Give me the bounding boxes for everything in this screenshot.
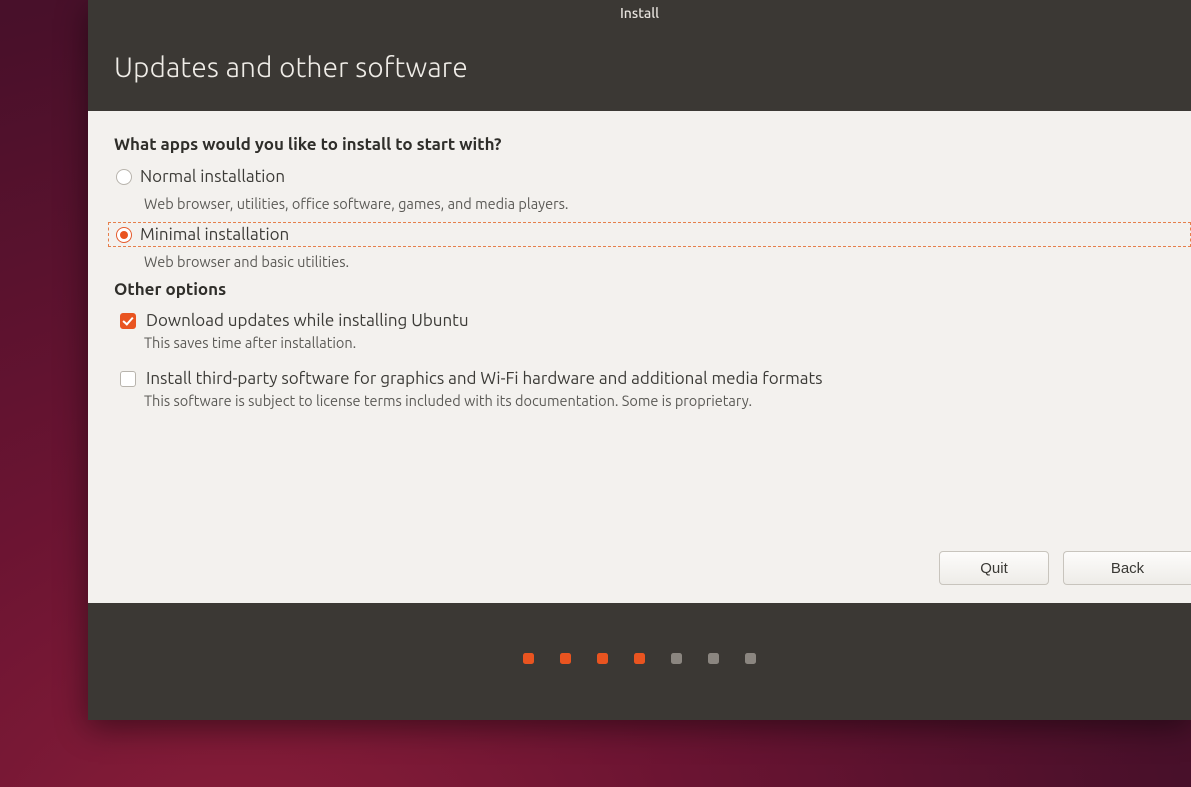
progress-dots [88, 603, 1191, 713]
radio-minimal-label: Minimal installation [140, 225, 289, 244]
radio-normal-desc: Web browser, utilities, office software,… [144, 195, 1165, 212]
radio-normal-input[interactable] [116, 169, 132, 185]
progress-dot-2 [560, 653, 571, 664]
checkbox-third-party[interactable]: Install third-party software for graphic… [120, 369, 1165, 388]
radio-normal-installation[interactable]: Normal installation [114, 164, 1165, 189]
radio-minimal-installation[interactable]: Minimal installation [108, 222, 1191, 247]
install-type-question: What apps would you like to install to s… [114, 135, 1165, 154]
checkbox-download-updates-desc: This saves time after installation. [144, 334, 1165, 351]
quit-button[interactable]: Quit [939, 551, 1049, 585]
radio-normal-label: Normal installation [140, 167, 285, 186]
back-button[interactable]: Back [1063, 551, 1191, 585]
window-title: Install [88, 0, 1191, 26]
content-pane: What apps would you like to install to s… [88, 111, 1191, 603]
installer-window: Install Updates and other software What … [88, 0, 1191, 720]
progress-dot-6 [708, 653, 719, 664]
progress-dot-4 [634, 653, 645, 664]
page-header: Updates and other software [88, 26, 1191, 111]
button-bar: Quit Back [939, 551, 1191, 585]
radio-minimal-desc: Web browser and basic utilities. [144, 253, 1165, 270]
checkbox-third-party-desc: This software is subject to license term… [144, 392, 1165, 409]
page-title: Updates and other software [114, 52, 1165, 83]
other-options-heading: Other options [114, 280, 1165, 299]
checkbox-download-updates-label: Download updates while installing Ubuntu [146, 311, 469, 330]
checkbox-download-updates-input[interactable] [120, 313, 136, 329]
progress-dot-5 [671, 653, 682, 664]
progress-dot-3 [597, 653, 608, 664]
checkbox-download-updates[interactable]: Download updates while installing Ubuntu [120, 311, 1165, 330]
radio-minimal-input[interactable] [116, 227, 132, 243]
checkbox-third-party-input[interactable] [120, 371, 136, 387]
progress-dot-1 [523, 653, 534, 664]
progress-dot-7 [745, 653, 756, 664]
checkbox-third-party-label: Install third-party software for graphic… [146, 369, 823, 388]
